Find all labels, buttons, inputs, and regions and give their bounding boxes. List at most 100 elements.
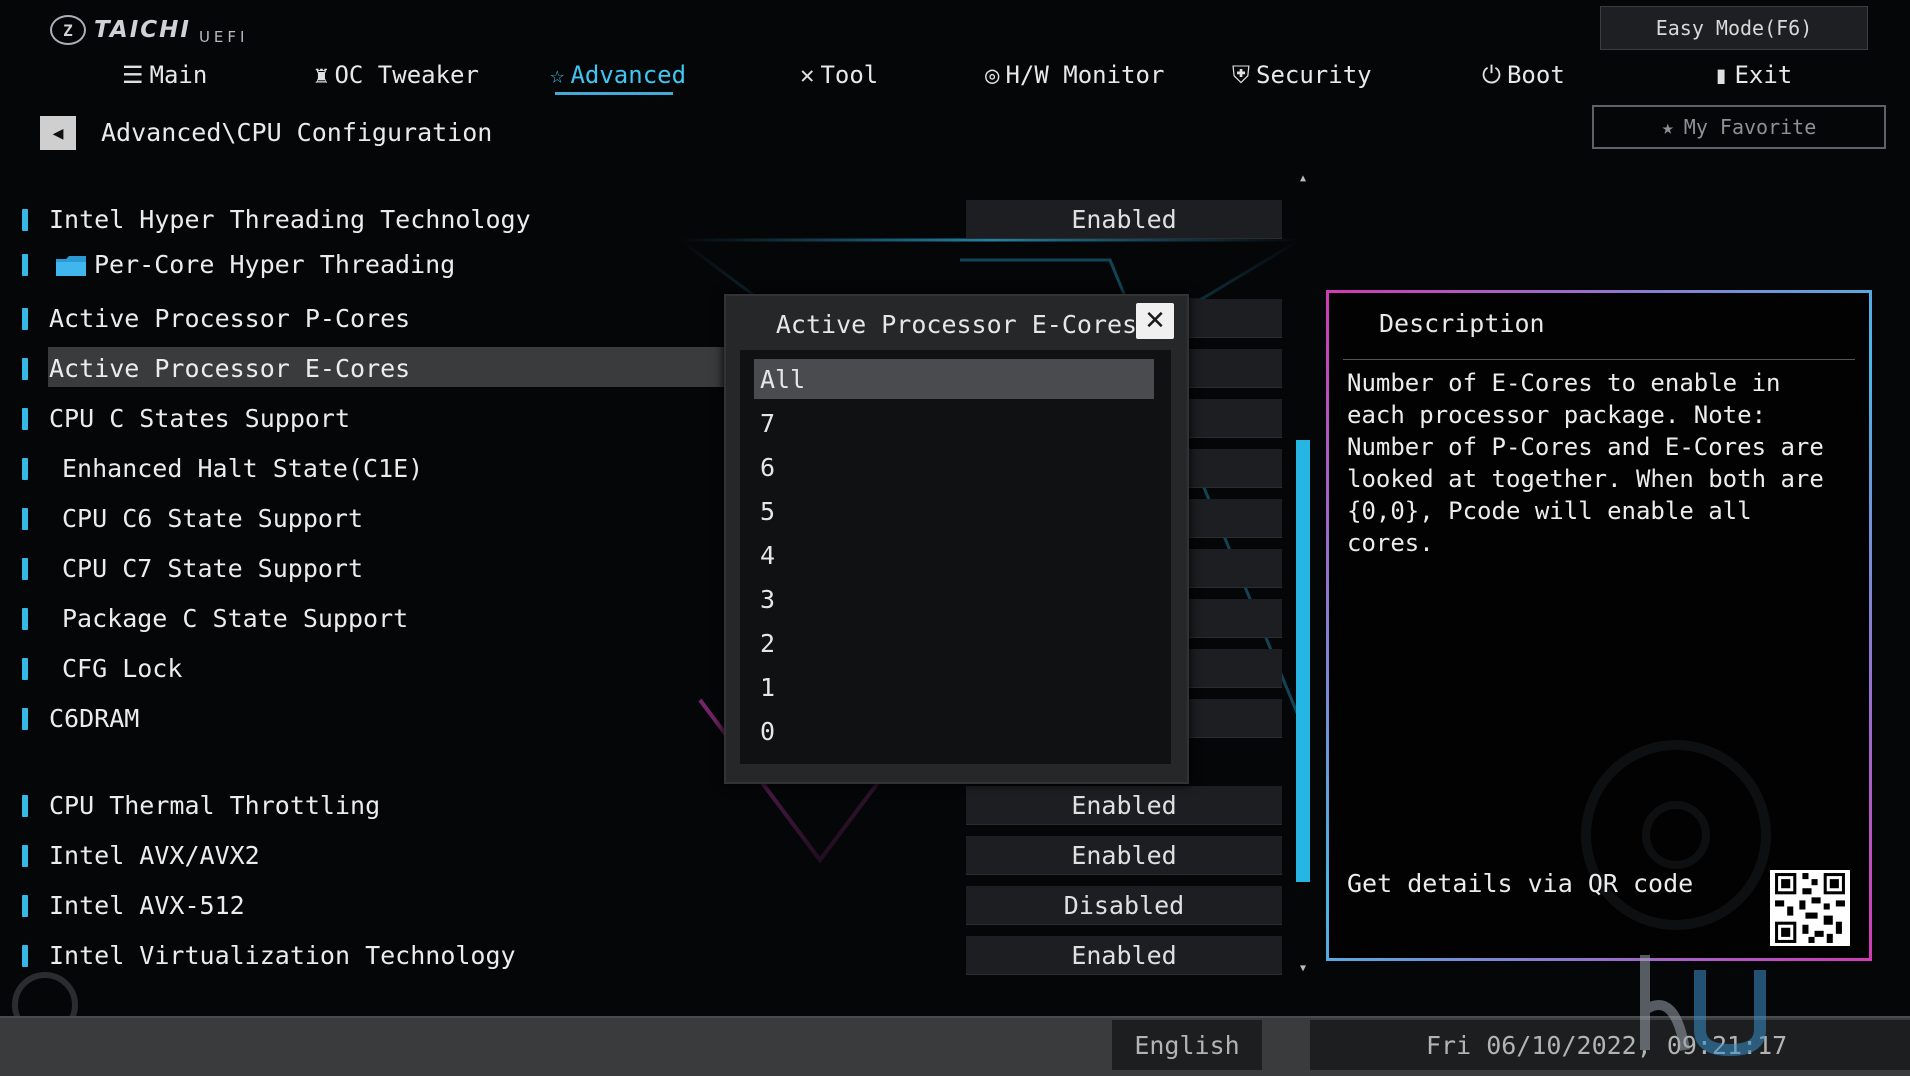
- exit-door-icon: ▮: [1714, 61, 1729, 89]
- active-tab-indicator: [555, 92, 673, 95]
- setting-label: Intel Hyper Threading Technology: [49, 205, 531, 234]
- tab-boot[interactable]: ⏻ Boot: [1482, 55, 1565, 95]
- scroll-down-arrow-icon[interactable]: ▼: [1296, 962, 1310, 976]
- row-bullet: [22, 658, 28, 680]
- setting-row[interactable]: CPU Thermal Throttling Enabled: [18, 786, 1282, 826]
- setting-label: Active Processor P-Cores: [49, 304, 411, 333]
- popup-option[interactable]: 3: [754, 579, 1154, 619]
- description-title: Description: [1379, 309, 1545, 338]
- tab-label: Tool: [820, 61, 879, 89]
- setting-row[interactable]: Intel Virtualization Technology Enabled: [18, 936, 1282, 976]
- setting-value[interactable]: Enabled: [966, 200, 1282, 239]
- setting-value[interactable]: Disabled: [966, 886, 1282, 925]
- row-bullet: [22, 458, 28, 480]
- arrow-left-icon: ◀: [52, 122, 64, 144]
- row-bullet: [22, 254, 28, 276]
- setting-row[interactable]: Intel AVX-512 Disabled: [18, 886, 1282, 926]
- popup-option[interactable]: 0: [754, 711, 1154, 751]
- setting-label: Intel AVX-512: [49, 891, 245, 920]
- main-nav: ☰ Main ♜ OC Tweaker ☆ Advanced ✕ Tool ◎ …: [0, 55, 1910, 95]
- popup-option[interactable]: 5: [754, 491, 1154, 531]
- tab-tool[interactable]: ✕ Tool: [800, 55, 878, 95]
- setting-label: Intel Virtualization Technology: [49, 941, 516, 970]
- row-bullet: [22, 308, 28, 330]
- setting-label: Active Processor E-Cores: [49, 354, 411, 383]
- tab-label: Main: [149, 61, 208, 89]
- popup-option[interactable]: 4: [754, 535, 1154, 575]
- setting-label: Per-Core Hyper Threading: [94, 250, 456, 279]
- tools-icon: ✕: [800, 61, 815, 89]
- setting-label: C6DRAM: [49, 704, 140, 733]
- popup-option[interactable]: 1: [754, 667, 1154, 707]
- list-icon: ☰: [122, 61, 144, 89]
- row-bullet: [22, 408, 28, 430]
- row-bullet: [22, 845, 28, 867]
- setting-label: Intel AVX/AVX2: [49, 841, 260, 870]
- popup-option-selected[interactable]: All: [754, 359, 1154, 399]
- row-bullet: [22, 795, 28, 817]
- brand-name: TAICHI: [94, 17, 191, 43]
- row-bullet: [22, 558, 28, 580]
- close-icon[interactable]: ✕: [1136, 303, 1174, 339]
- taichi-logo-icon: Z: [50, 15, 86, 45]
- setting-row[interactable]: Intel AVX/AVX2 Enabled: [18, 836, 1282, 876]
- popup-option[interactable]: 7: [754, 403, 1154, 443]
- description-text: Number of E-Cores to enable in each proc…: [1347, 369, 1824, 557]
- setting-label: CFG Lock: [62, 654, 183, 683]
- setting-label: CPU Thermal Throttling: [49, 791, 381, 820]
- monitor-gauge-icon: ◎: [985, 61, 1000, 89]
- tab-label: Exit: [1734, 61, 1793, 89]
- scroll-up-arrow-icon[interactable]: ▲: [1296, 172, 1310, 186]
- setting-label: CPU C States Support: [49, 404, 351, 433]
- language-selector[interactable]: English: [1112, 1020, 1262, 1070]
- popup-option-list: All 7 6 5 4 3 2 1 0: [740, 350, 1171, 764]
- scrollbar-thumb[interactable]: [1296, 440, 1310, 882]
- setting-label: Package C State Support: [62, 604, 409, 633]
- row-bullet: [22, 708, 28, 730]
- option-popup: Active Processor E-Cores ✕ All 7 6 5 4 3…: [724, 294, 1189, 784]
- tab-label: OC Tweaker: [334, 61, 479, 89]
- row-bullet: [22, 945, 28, 967]
- popup-title: Active Processor E-Cores: [775, 310, 1138, 339]
- tab-label: Advanced: [570, 61, 687, 89]
- setting-row-submenu[interactable]: Per-Core Hyper Threading: [18, 245, 1268, 285]
- tab-exit[interactable]: ▮ Exit: [1714, 55, 1792, 95]
- setting-value[interactable]: Enabled: [966, 786, 1282, 825]
- setting-value[interactable]: Enabled: [966, 936, 1282, 975]
- description-panel: Description Number of E-Cores to enable …: [1326, 290, 1872, 961]
- easy-mode-button[interactable]: Easy Mode(F6): [1600, 6, 1868, 50]
- back-button[interactable]: ◀: [40, 116, 76, 150]
- popup-option[interactable]: 2: [754, 623, 1154, 663]
- star-icon: ★: [1661, 115, 1674, 139]
- row-bullet: [22, 209, 28, 231]
- shield-icon: ⛨: [1232, 61, 1250, 89]
- power-icon: ⏻: [1482, 61, 1501, 89]
- tab-label: H/W Monitor: [1005, 61, 1165, 89]
- row-bullet: [22, 895, 28, 917]
- watermark-logo: [1640, 955, 1766, 1057]
- brand-sub: UEFI: [198, 28, 249, 46]
- tab-main[interactable]: ☰ Main: [122, 55, 207, 95]
- tab-advanced[interactable]: ☆ Advanced: [550, 55, 686, 95]
- row-bullet: [22, 358, 28, 380]
- popup-option[interactable]: 6: [754, 447, 1154, 487]
- my-favorite-label: My Favorite: [1683, 115, 1817, 139]
- setting-label: CPU C7 State Support: [62, 554, 364, 583]
- setting-label: CPU C6 State Support: [62, 504, 364, 533]
- tab-security[interactable]: ⛨ Security: [1232, 55, 1372, 95]
- star-icon: ☆: [550, 61, 565, 89]
- setting-value[interactable]: Enabled: [966, 836, 1282, 875]
- qr-code-icon[interactable]: [1770, 870, 1850, 946]
- row-bullet: [22, 608, 28, 630]
- row-bullet: [22, 508, 28, 530]
- my-favorite-button[interactable]: ★ My Favorite: [1592, 105, 1886, 149]
- tab-oc-tweaker[interactable]: ♜ OC Tweaker: [314, 55, 479, 95]
- qr-label: Get details via QR code: [1347, 869, 1694, 898]
- rocket-icon: ♜: [314, 61, 329, 89]
- breadcrumb: Advanced\CPU Configuration: [101, 118, 493, 147]
- tab-hw-monitor[interactable]: ◎ H/W Monitor: [985, 55, 1164, 95]
- divider: [1343, 359, 1855, 360]
- setting-row[interactable]: Intel Hyper Threading Technology Enabled: [18, 200, 1282, 240]
- tab-label: Security: [1256, 61, 1372, 89]
- brand-logo: Z TAICHI UEFI: [50, 14, 248, 46]
